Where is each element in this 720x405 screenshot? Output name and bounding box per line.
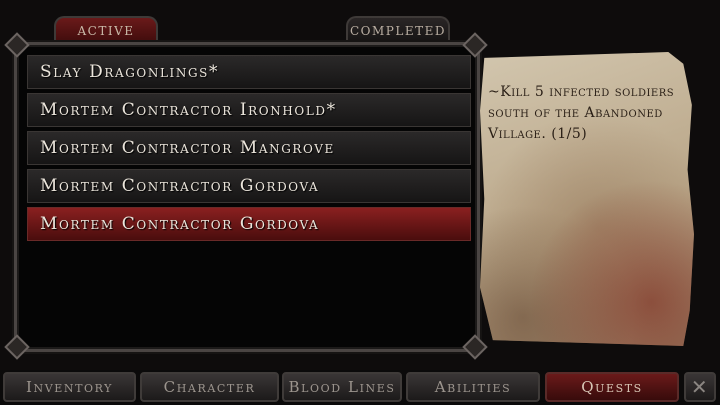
abilities-label: Abilities: [434, 378, 512, 396]
tab-active[interactable]: Active: [54, 16, 158, 44]
tab-completed[interactable]: Completed: [346, 16, 450, 44]
quest-row[interactable]: Mortem Contractor Gordova: [27, 169, 471, 203]
quest-row[interactable]: Mortem Contractor Ironhold*: [27, 93, 471, 127]
quests-label: Quests: [581, 378, 643, 396]
quest-title: Mortem Contractor Gordova: [40, 176, 320, 196]
blood-lines-button[interactable]: Blood Lines: [282, 372, 402, 402]
character-label: Character: [163, 378, 256, 396]
quest-row-selected[interactable]: Mortem Contractor Gordova: [27, 207, 471, 241]
inventory-button[interactable]: Inventory: [3, 372, 136, 402]
close-icon: ✕: [690, 375, 710, 399]
quest-title: Mortem Contractor Ironhold*: [40, 100, 337, 120]
inventory-label: Inventory: [25, 378, 114, 396]
quest-row[interactable]: Slay Dragonlings*: [27, 55, 471, 89]
tab-active-label: Active: [77, 24, 135, 38]
quest-title: Mortem Contractor Gordova: [40, 214, 320, 234]
tab-completed-label: Completed: [350, 24, 446, 38]
quest-description-parchment: ~Kill 5 infected soldiers south of the A…: [480, 52, 694, 346]
blood-lines-label: Blood Lines: [288, 378, 396, 396]
quests-button[interactable]: Quests: [545, 372, 679, 402]
quest-description: ~Kill 5 infected soldiers south of the A…: [488, 84, 675, 142]
quest-title: Mortem Contractor Mangrove: [40, 138, 335, 158]
close-button[interactable]: ✕: [684, 372, 716, 402]
quest-row[interactable]: Mortem Contractor Mangrove: [27, 131, 471, 165]
quest-title: Slay Dragonlings*: [40, 62, 220, 82]
quest-list-panel: Slay Dragonlings* Mortem Contractor Iron…: [14, 42, 480, 352]
abilities-button[interactable]: Abilities: [406, 372, 540, 402]
character-button[interactable]: Character: [140, 372, 279, 402]
